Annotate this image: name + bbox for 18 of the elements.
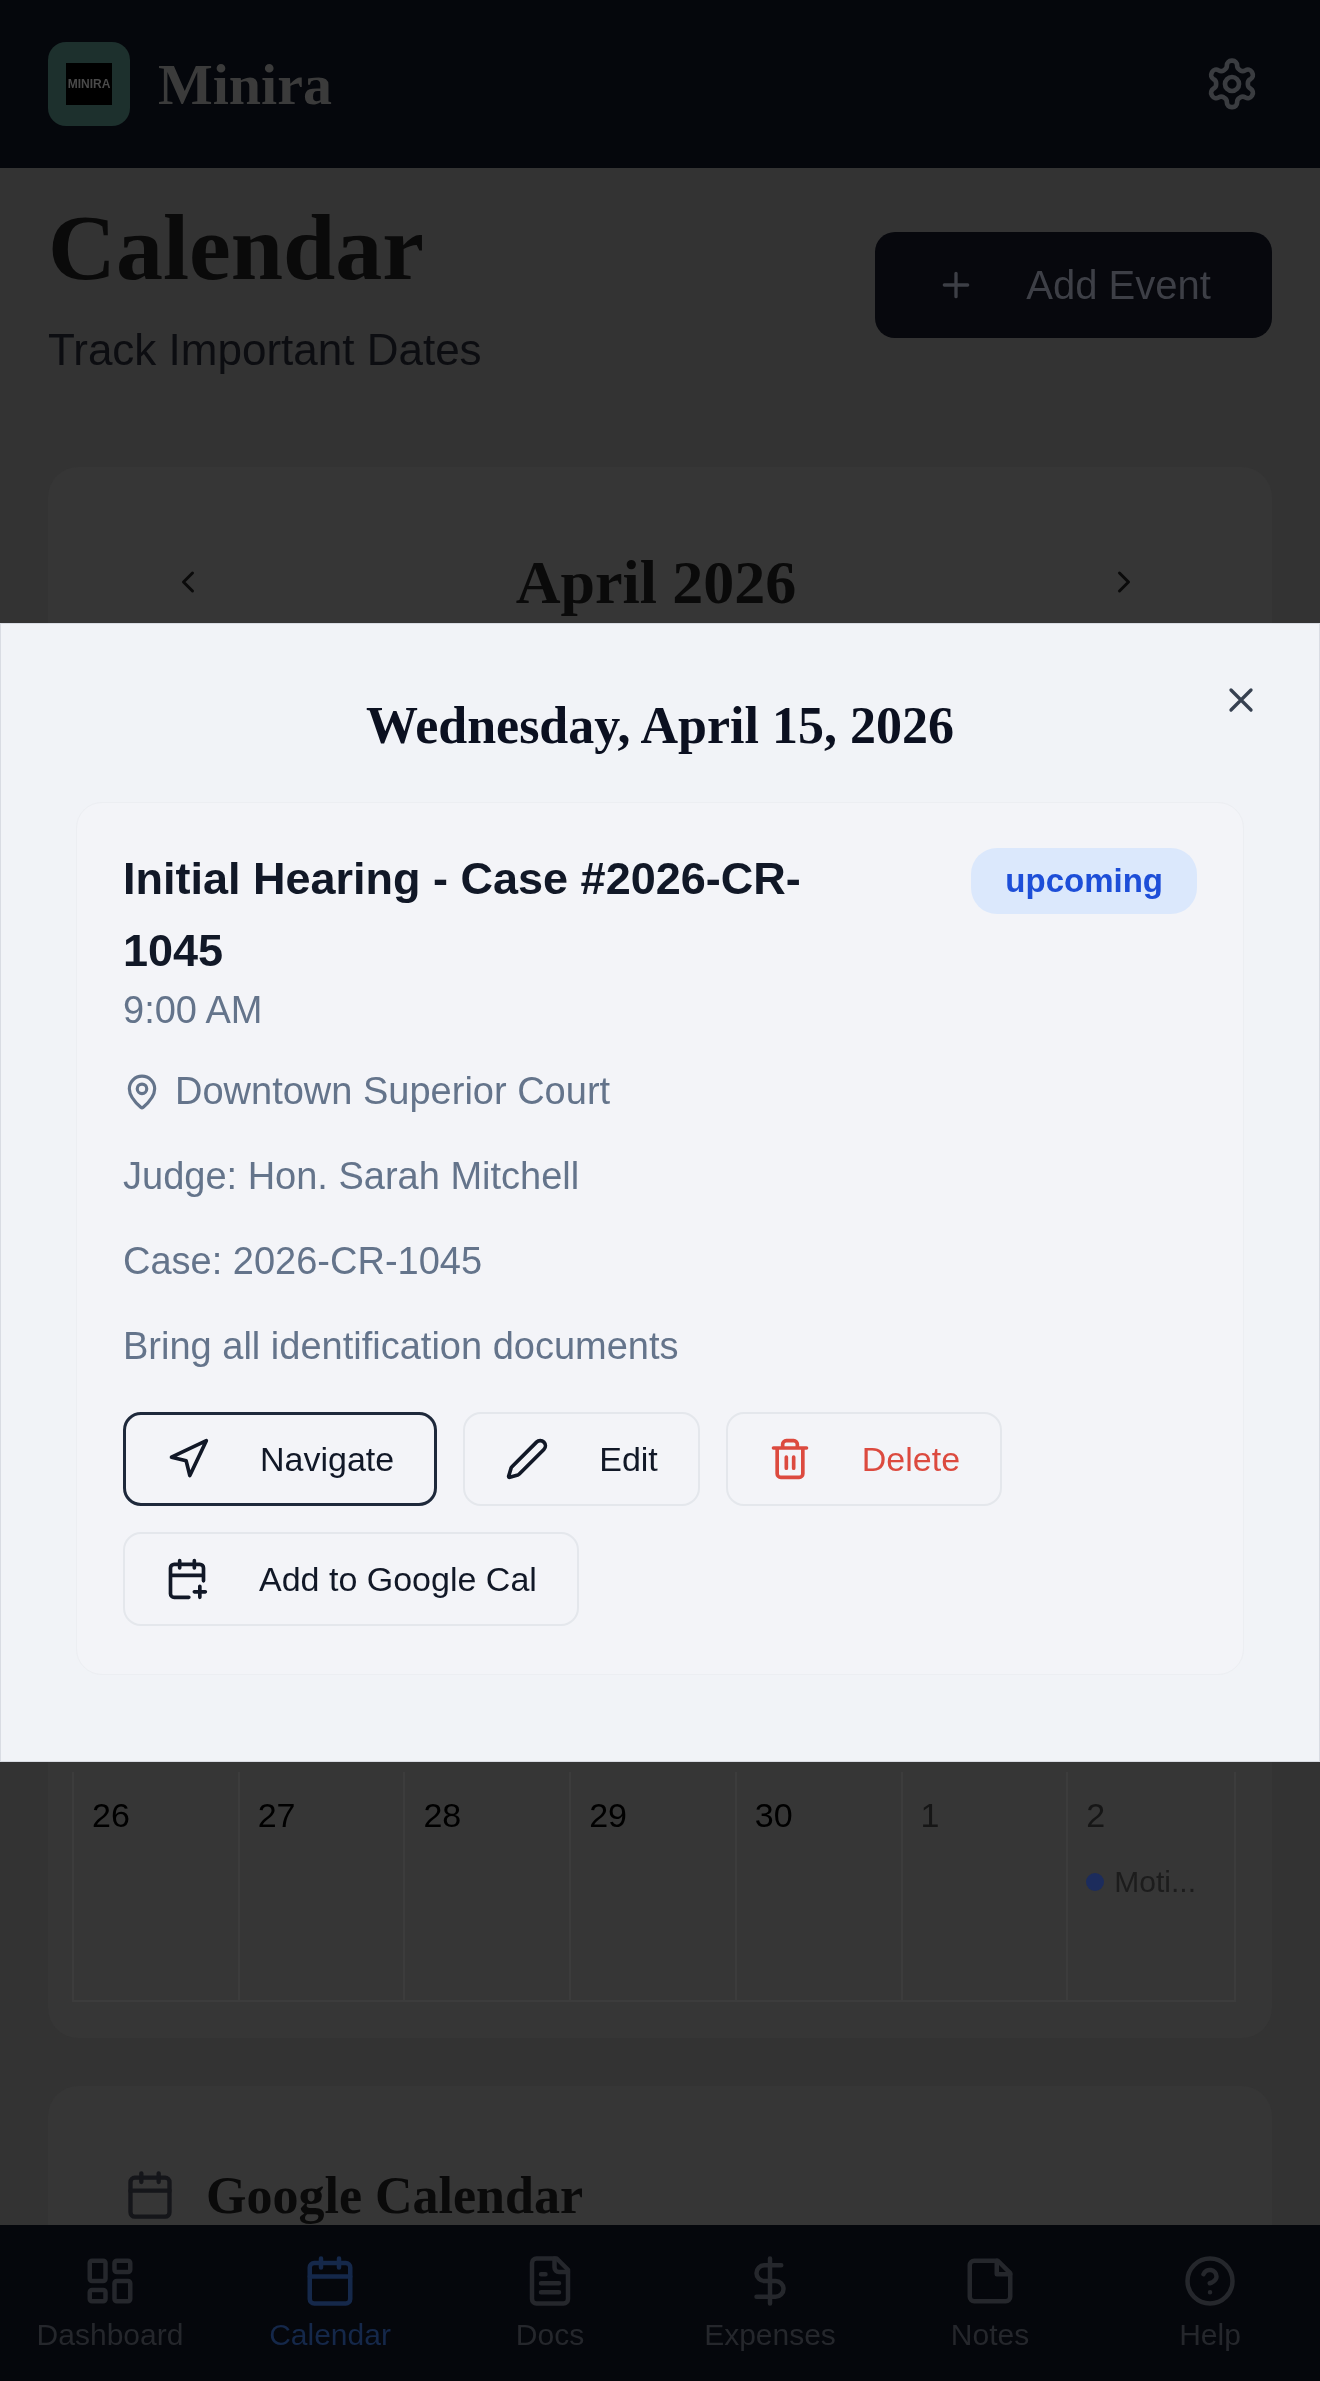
event-detail: Judge: Hon. Sarah Mitchell [123, 1155, 581, 1198]
action-button[interactable]: Edit [463, 1412, 700, 1506]
action-button[interactable]: Delete [725, 1412, 1003, 1506]
event-title: Initial Hearing - Case #2026-CR-1045 [123, 852, 802, 978]
modal-title: Wednesday, April 15, 2026 [366, 696, 954, 756]
help-icon [1183, 2254, 1237, 2308]
add-event-button[interactable]: Add Event [875, 232, 1272, 338]
event-detail: Bring all identification documents [123, 1325, 680, 1368]
action-button[interactable]: Navigate [123, 1412, 438, 1506]
event-detail: Case: 2026-CR-1045 [123, 1240, 484, 1283]
pencil-icon [505, 1437, 550, 1481]
event-dot [1086, 1872, 1105, 1891]
event-time: 9:00 AM [123, 989, 264, 1032]
action-button[interactable]: Add to Google Cal [123, 1532, 579, 1626]
event-location: Downtown Superior Court [175, 1070, 611, 1113]
logo-text: MINIRA [65, 63, 113, 105]
status-badge: upcoming [971, 848, 1197, 914]
nav-tab[interactable]: Calendar [220, 2225, 440, 2381]
